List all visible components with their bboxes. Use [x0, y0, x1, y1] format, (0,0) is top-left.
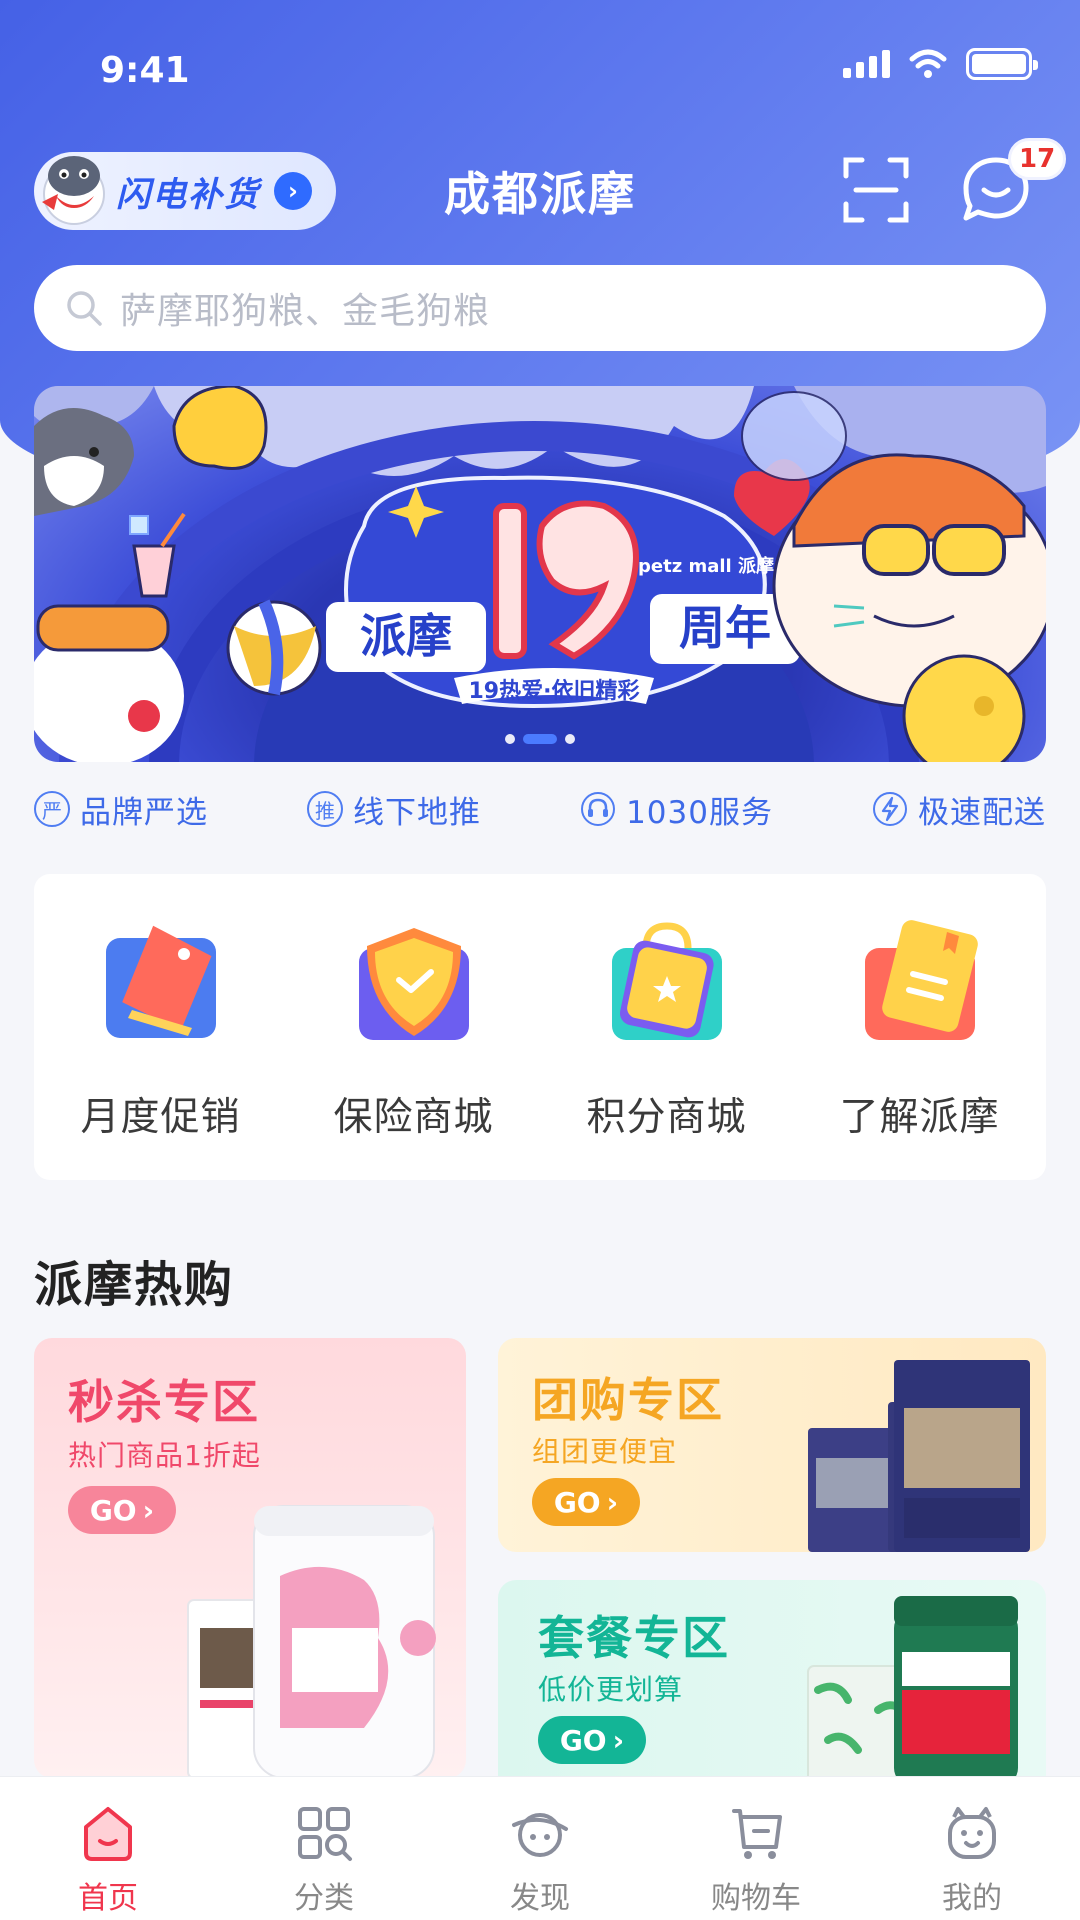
bundle-card[interactable]: 套餐专区 低价更划算 GO › [498, 1580, 1046, 1780]
banner-brand: petz mall 派摩 [638, 555, 774, 577]
banner-dot[interactable] [565, 734, 575, 744]
wifi-icon [909, 49, 947, 78]
status-time: 9:41 [100, 50, 190, 91]
feature-brand-select: 严 品牌严选 [34, 787, 208, 832]
tab-home[interactable]: 首页 [18, 1803, 198, 1917]
feature-service: 1030服务 [580, 787, 773, 832]
pet-face-icon [948, 1807, 996, 1859]
tab-discover[interactable]: 发现 [450, 1803, 630, 1917]
feature-offline-promo: 推 线下地推 [307, 787, 481, 832]
tab-label: 购物车 [711, 1881, 801, 1916]
feature-label: 极速配送 [918, 794, 1046, 831]
flash-restock-label: 闪电补货 [116, 174, 260, 215]
flash-sale-card[interactable]: 秒杀专区 热门商品1折起 GO › [34, 1338, 466, 1778]
brand-select-icon: 严 [34, 791, 70, 827]
bundle-product-image [807, 1596, 1018, 1780]
feature-label: 品牌严选 [80, 794, 208, 831]
feature-strip: 严 品牌严选 推 线下地推 1030服务 极速配送 [34, 784, 1046, 834]
tab-cart[interactable]: 购物车 [666, 1803, 846, 1917]
tab-category[interactable]: 分类 [234, 1803, 414, 1917]
feature-label: 1030服务 [626, 794, 773, 831]
search-icon [67, 291, 102, 326]
home-icon [84, 1807, 132, 1861]
battery-icon [966, 48, 1038, 80]
lightning-icon [873, 792, 907, 826]
section-title: 派摩热购 [34, 1257, 235, 1313]
search-input[interactable]: 萨摩耶狗粮、金毛狗粮 [120, 282, 490, 334]
status-bar: 9:41 [0, 0, 1080, 140]
quick-links-card: 月度促销 保险商城 积分商城 了解派摩 [34, 874, 1046, 1180]
cart-icon [732, 1809, 782, 1859]
home-screen: 9:41 闪电补货 › 成都派摩 17 萨摩耶狗粮、金毛狗粮 派摩 周年 pet… [0, 0, 1080, 1920]
dog-illustration [34, 408, 134, 516]
offline-promo-icon: 推 [307, 791, 344, 827]
shopping-bag-icon [611, 922, 722, 1040]
headset-icon [581, 792, 616, 826]
banner-left-text: 派摩 [360, 609, 452, 663]
bottom-tab-bar: 首页 分类 发现 购物车 我的 [0, 1776, 1080, 1920]
mascot-icon [42, 156, 105, 225]
quick-link-label: 了解派摩 [839, 1095, 1000, 1140]
book-icon [864, 920, 978, 1040]
flash-restock-button[interactable]: 闪电补货 › [34, 152, 336, 230]
message-count-badge: 17 [1008, 138, 1067, 180]
banner-pagination [34, 734, 1046, 744]
status-icons [843, 48, 1038, 80]
quick-link-insurance[interactable]: 保险商城 [304, 918, 524, 1180]
flash-sale-product-image [187, 1505, 436, 1778]
quick-link-label: 积分商城 [586, 1095, 747, 1140]
quick-link-label: 保险商城 [333, 1095, 494, 1140]
quick-link-about[interactable]: 了解派摩 [810, 918, 1030, 1180]
planet-icon [512, 1813, 568, 1857]
banner-artwork: 派摩 周年 petz mall 派摩 19热爱·依旧精彩 [34, 386, 1046, 762]
cat-illustration [772, 453, 1046, 762]
feature-fast-delivery: 极速配送 [872, 787, 1046, 832]
banner-slogan: 19热爱·依旧精彩 [469, 678, 640, 704]
scan-icon[interactable] [842, 156, 910, 224]
tab-label: 发现 [510, 1881, 570, 1916]
quick-link-label: 月度促销 [80, 1095, 241, 1140]
top-nav: 闪电补货 › 成都派摩 17 [0, 138, 1080, 230]
group-buy-card[interactable]: 团购专区 组团更便宜 GO › [498, 1338, 1046, 1552]
tab-profile[interactable]: 我的 [882, 1803, 1062, 1917]
quick-link-monthly-promo[interactable]: 月度促销 [51, 918, 271, 1180]
shield-icon [358, 928, 469, 1040]
group-buy-product-image [808, 1360, 1030, 1552]
tag-icon [105, 925, 216, 1038]
banner-right-text: 周年 [679, 601, 771, 655]
signal-icon [843, 50, 890, 78]
tab-label: 首页 [78, 1881, 138, 1916]
banner-dot[interactable] [505, 734, 515, 744]
chevron-right-icon: › [274, 172, 312, 210]
quick-link-points-mall[interactable]: 积分商城 [557, 918, 777, 1180]
feature-label: 线下地推 [353, 794, 482, 831]
search-bar[interactable]: 萨摩耶狗粮、金毛狗粮 [34, 265, 1046, 351]
promo-banner[interactable]: 派摩 周年 petz mall 派摩 19热爱·依旧精彩 [34, 386, 1046, 762]
category-grid-icon [298, 1807, 352, 1861]
banner-dot-active[interactable] [523, 734, 557, 744]
tab-label: 分类 [294, 1881, 354, 1916]
tab-label: 我的 [942, 1881, 1002, 1916]
